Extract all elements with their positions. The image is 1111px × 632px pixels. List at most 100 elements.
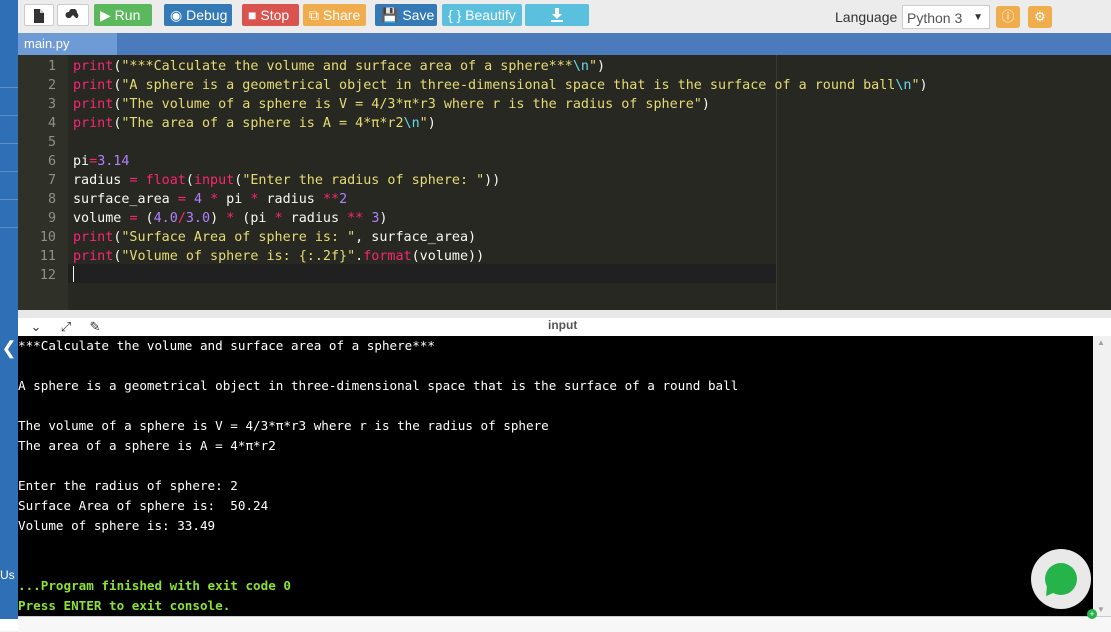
code-token: )	[919, 78, 928, 93]
stop-icon: ■	[248, 7, 257, 23]
scroll-down-icon[interactable]: ▼	[1097, 605, 1105, 614]
code-token: "	[419, 116, 428, 131]
code-text: radius = float(input("Enter the radius o…	[73, 171, 500, 190]
console-line: ...Program finished with exit code 0	[18, 578, 291, 593]
code-token: (	[137, 211, 154, 226]
sidebar-partial-text: Us	[0, 568, 15, 582]
line-number: 2	[47, 78, 56, 93]
line-number: 4	[47, 116, 56, 131]
code-token: )	[597, 59, 606, 74]
run-button[interactable]: ▶ Run	[94, 4, 152, 26]
language-select[interactable]: Python 3 ▼	[902, 5, 990, 29]
beautify-button[interactable]: { } Beautify	[442, 4, 522, 26]
info-icon: ⓘ	[1001, 9, 1015, 24]
code-token: pi	[218, 192, 251, 207]
line-number: 6	[47, 154, 56, 169]
code-token: radius	[282, 211, 348, 226]
console-line: Press ENTER to exit console.	[18, 598, 231, 613]
console-line: The volume of a sphere is V = 4/3*π*r3 w…	[18, 418, 549, 433]
scroll-up-icon[interactable]: ▲	[1097, 338, 1105, 347]
upload-button[interactable]	[57, 4, 89, 26]
code-token: =	[89, 154, 98, 169]
code-token: )	[701, 97, 710, 112]
run-label: Run	[114, 7, 141, 23]
tab-main-py[interactable]: main.py	[18, 33, 117, 55]
code-text: print("The area of a sphere is A = 4*π*r…	[73, 114, 436, 133]
line-number: 7	[47, 173, 56, 188]
toolbar: ▶ Run ◉ Debug ■ Stop ⧉ Share 💾 Save { } …	[18, 0, 1111, 34]
code-token: radius	[73, 173, 130, 188]
code-token: , surface_area)	[355, 230, 477, 245]
code-token: =	[129, 173, 138, 188]
code-token: **	[322, 192, 340, 207]
code-token: /	[177, 211, 186, 226]
code-token: )	[379, 211, 388, 226]
new-file-icon	[33, 9, 45, 26]
left-sidebar: ❮ Us	[0, 0, 18, 631]
debug-button[interactable]: ◉ Debug	[164, 4, 232, 26]
code-token: 2	[339, 192, 348, 207]
gear-icon: ⚙	[1034, 9, 1046, 24]
code-token: (	[185, 173, 194, 188]
code-token: print	[73, 97, 114, 112]
sidebar-divider	[0, 115, 18, 116]
output-header: ⌄ ⤢ ✎ input	[18, 318, 1111, 336]
code-text: print("The volume of a sphere is V = 4/3…	[73, 95, 710, 114]
code-token: =	[177, 192, 186, 207]
file-tab-bar: main.py	[18, 33, 1111, 55]
panel-splitter[interactable]	[18, 310, 1111, 318]
chat-button[interactable]	[1031, 549, 1091, 609]
code-text: print("Surface Area of sphere is: ", sur…	[73, 228, 476, 247]
code-token: format	[363, 249, 412, 264]
output-console[interactable]: ***Calculate the volume and surface area…	[18, 336, 1093, 616]
download-button[interactable]	[525, 4, 589, 26]
share-icon: ⧉	[309, 7, 319, 23]
code-token: "Surface Area of sphere is: "	[121, 230, 356, 245]
sidebar-panel-top	[0, 0, 18, 319]
sidebar-divider	[0, 143, 18, 144]
code-token: float	[145, 173, 186, 188]
clear-console-icon[interactable]: ✎	[87, 319, 103, 335]
code-token: *	[210, 192, 219, 207]
line-number: 9	[47, 211, 56, 226]
code-editor[interactable]: 1 print("***Calculate the volume and surf…	[18, 55, 1111, 310]
collapse-sidebar-icon[interactable]: ❮	[0, 338, 18, 358]
console-line: Enter the radius of sphere: 2	[18, 478, 238, 493]
play-icon: ▶	[100, 7, 111, 23]
settings-button[interactable]: ⚙	[1028, 6, 1052, 28]
debug-label: Debug	[186, 7, 228, 23]
line-number: 8	[47, 192, 56, 207]
share-button[interactable]: ⧉ Share	[303, 4, 366, 26]
download-icon	[551, 8, 563, 25]
new-file-button[interactable]	[24, 4, 54, 26]
code-token: ))	[484, 173, 501, 188]
console-scrollbar[interactable]: ▲ ▼	[1093, 336, 1111, 616]
expand-icon[interactable]: ⤢	[58, 319, 74, 335]
code-token: surface_area	[73, 192, 178, 207]
share-label: Share	[322, 7, 361, 23]
code-token: print	[73, 230, 114, 245]
code-token: (volume))	[411, 249, 485, 264]
sidebar-divider	[0, 227, 18, 228]
code-text: print("Volume of sphere is: {:.2f}".form…	[73, 247, 484, 266]
code-token: \n	[403, 116, 420, 131]
code-token: 3.0	[185, 211, 211, 226]
active-line-highlight	[68, 264, 776, 283]
code-token: 4	[193, 192, 202, 207]
console-line: A sphere is a geometrical object in thre…	[18, 378, 739, 393]
chat-notification-badge: +	[1087, 609, 1097, 619]
info-button[interactable]: ⓘ	[996, 6, 1020, 28]
save-button[interactable]: 💾 Save	[375, 4, 437, 26]
chevron-down-icon[interactable]: ⌄	[28, 319, 44, 335]
output-title: input	[548, 318, 578, 332]
code-token: **	[347, 211, 364, 226]
code-token: =	[129, 211, 138, 226]
beautify-label: { } Beautify	[448, 7, 516, 23]
save-icon: 💾	[381, 7, 399, 23]
stop-button[interactable]: ■ Stop	[242, 4, 299, 26]
